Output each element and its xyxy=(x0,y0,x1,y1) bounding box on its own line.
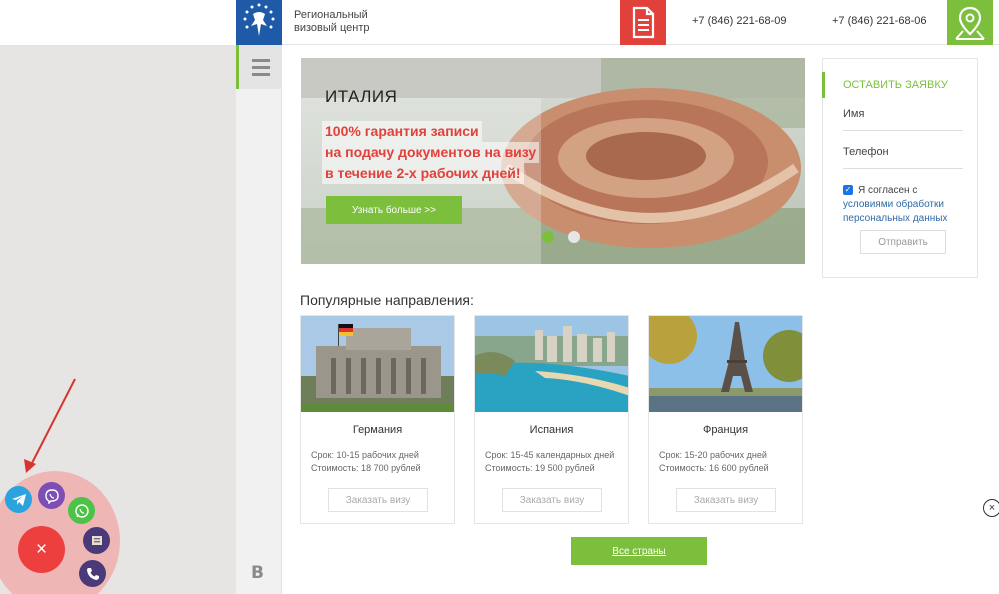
card-term: Срок: 15-45 календарных дней xyxy=(485,450,615,460)
telegram-icon[interactable] xyxy=(5,486,32,513)
order-visa-button[interactable]: Заказать визу xyxy=(328,488,428,512)
order-visa-button[interactable]: Заказать визу xyxy=(502,488,602,512)
destination-card-germany[interactable]: Германия Срок: 10-15 рабочих дней Стоимо… xyxy=(300,315,455,524)
promo-line-2: на подачу документов на визу xyxy=(322,142,540,163)
france-image xyxy=(649,316,802,412)
close-icon[interactable]: × xyxy=(18,526,65,573)
left-sidebar xyxy=(236,45,282,594)
promo-line-1: 100% гарантия записи xyxy=(322,121,482,142)
menu-toggle-button[interactable] xyxy=(236,45,282,89)
card-name: Франция xyxy=(702,424,749,436)
map-button[interactable] xyxy=(947,0,993,45)
card-cost: Стоимость: 19 500 рублей xyxy=(485,463,595,473)
consent-link[interactable]: условиями обработки персональных данных xyxy=(843,199,947,224)
destination-card-france[interactable]: Франция Срок: 15-20 рабочих дней Стоимос… xyxy=(648,315,803,524)
whatsapp-icon[interactable] xyxy=(68,497,95,524)
menu-icon-bar xyxy=(251,65,270,69)
promo-line-3: в течение 2-х рабочих дней! xyxy=(322,163,524,184)
phone-number-1[interactable]: +7 (846) 221-68-09 xyxy=(692,15,786,27)
slide-promo-text: 100% гарантия записи на подачу документо… xyxy=(322,121,540,184)
consent-text: Я согласен с условиями обработки персона… xyxy=(843,184,968,226)
section-title: Популярные направления: xyxy=(300,292,474,308)
destination-card-spain[interactable]: Испания Срок: 15-45 календарных дней Сто… xyxy=(474,315,629,524)
slider-dot-active[interactable] xyxy=(542,231,554,243)
brand-line-2: визовый центр xyxy=(294,22,370,34)
phone-field[interactable]: Телефон xyxy=(843,146,963,169)
brand-name[interactable]: Региональный визовый центр xyxy=(294,9,370,35)
slide-title: ИТАЛИЯ xyxy=(325,87,398,106)
brand-line-1: Региональный xyxy=(294,9,368,21)
germany-image xyxy=(301,316,454,412)
submit-button[interactable]: Отправить xyxy=(860,230,946,254)
sidebar-bottom-icon[interactable]: B xyxy=(251,563,264,583)
card-term: Срок: 15-20 рабочих дней xyxy=(659,450,767,460)
order-visa-button[interactable]: Заказать визу xyxy=(676,488,776,512)
card-name: Испания xyxy=(529,424,574,436)
card-cost: Стоимость: 18 700 рублей xyxy=(311,463,421,473)
card-term: Срок: 10-15 рабочих дней xyxy=(311,450,419,460)
side-close-icon[interactable]: × xyxy=(983,499,999,517)
top-left-blank xyxy=(0,0,236,45)
spain-image xyxy=(475,316,628,412)
document-icon xyxy=(632,6,655,39)
map-pin-icon xyxy=(955,6,985,40)
name-field[interactable]: Имя xyxy=(843,108,963,131)
viber-icon[interactable] xyxy=(38,482,65,509)
all-countries-button[interactable]: Все страны xyxy=(571,537,707,565)
menu-icon-bar xyxy=(251,58,270,62)
consent-label: Я согласен с xyxy=(858,185,918,196)
form-title: ОСТАВИТЬ ЗАЯВКУ xyxy=(822,72,972,98)
annotation-arrow xyxy=(24,378,76,473)
card-cost: Стоимость: 16 600 рублей xyxy=(659,463,769,473)
document-button[interactable] xyxy=(620,0,666,45)
phone-icon[interactable] xyxy=(79,560,106,587)
learn-more-button[interactable]: Узнать больше >> xyxy=(326,196,462,224)
card-name: Германия xyxy=(352,424,403,436)
logo-icon[interactable] xyxy=(236,0,282,45)
message-icon[interactable] xyxy=(83,527,110,554)
phone-number-2[interactable]: +7 (846) 221-68-06 xyxy=(832,15,926,27)
menu-icon-bar xyxy=(251,72,270,76)
slider-dot[interactable] xyxy=(568,231,580,243)
